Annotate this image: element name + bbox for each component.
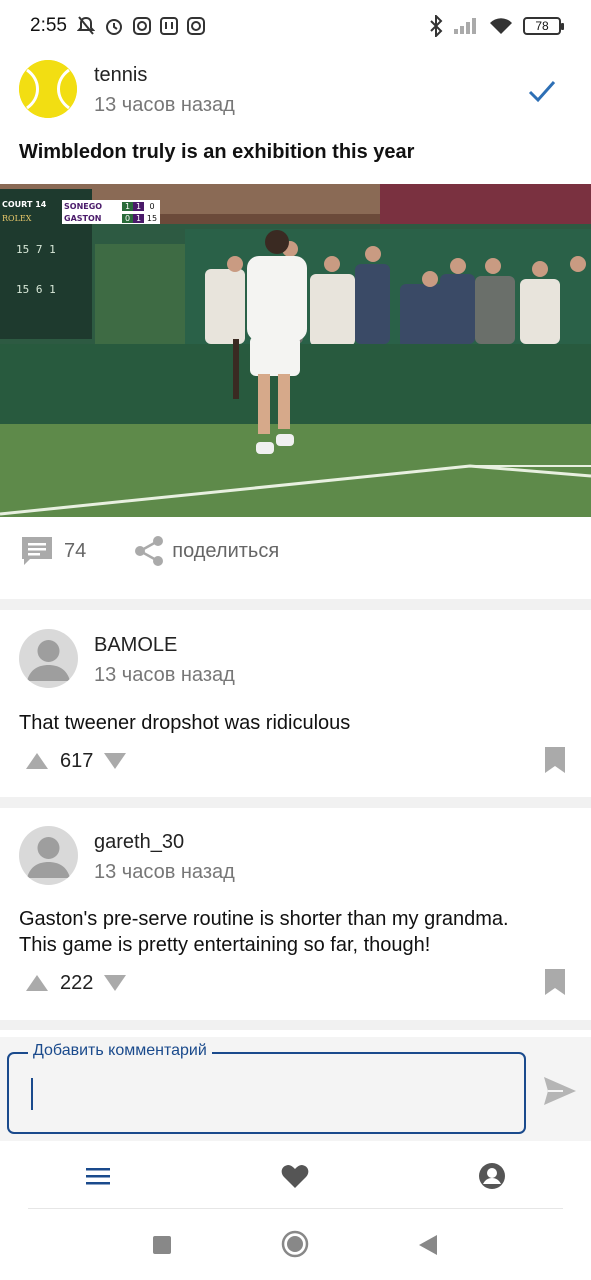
nav-profile[interactable] xyxy=(477,1161,507,1191)
comment-username[interactable]: gareth_30 xyxy=(94,831,184,854)
comment: gareth_30 13 часов назад Gaston's pre-se… xyxy=(0,826,591,1016)
comment-time: 13 часов назад xyxy=(94,664,235,686)
post-actions: 74 поделиться xyxy=(0,526,591,576)
player2-games: 1 xyxy=(133,213,144,223)
system-navigation xyxy=(0,1210,591,1280)
back-button[interactable] xyxy=(418,1234,438,1256)
bookmark-icon[interactable] xyxy=(544,746,566,774)
nav-menu[interactable] xyxy=(83,1161,113,1191)
app-notification-icon xyxy=(159,17,178,35)
account-circle-icon xyxy=(479,1163,505,1189)
court-board: 15 7 1 15 6 1 xyxy=(16,242,56,298)
comment-text-line: This game is pretty entertaining so far,… xyxy=(19,934,431,956)
divider xyxy=(0,599,591,610)
bell-off-icon xyxy=(76,16,95,35)
nav-divider xyxy=(28,1208,563,1209)
avatar[interactable] xyxy=(19,826,78,885)
player1-name: SONEGO xyxy=(64,201,103,211)
signal-icon xyxy=(454,18,476,34)
wifi-icon xyxy=(490,18,512,34)
post-header: tennis 13 часов назад xyxy=(0,52,591,134)
avatar[interactable] xyxy=(19,629,78,688)
player1-sets: 1 xyxy=(122,201,133,211)
comment-composer: Добавить комментарий xyxy=(0,1037,591,1141)
notification-icons xyxy=(76,16,205,36)
comment-input[interactable]: Добавить комментарий xyxy=(7,1042,526,1134)
player2-points: 15 xyxy=(146,213,158,223)
comment-input-label: Добавить комментарий xyxy=(28,1042,212,1060)
vote-row: 222 xyxy=(0,968,591,998)
instagram-icon xyxy=(132,17,151,35)
post-image[interactable]: COURT 14 ROLEX SONEGO 1 1 0 GASTON 0 1 1… xyxy=(0,184,591,517)
player2-name: GASTON xyxy=(64,213,102,223)
comments-count: 74 xyxy=(64,539,87,562)
tennis-ball-icon xyxy=(19,60,77,118)
comment-text: Gaston's pre-serve routine is shorter th… xyxy=(19,906,579,958)
divider xyxy=(0,797,591,808)
comment-time: 13 часов назад xyxy=(94,861,235,883)
home-button[interactable] xyxy=(281,1230,309,1258)
battery-level: 78 xyxy=(535,19,549,33)
nav-favorites[interactable] xyxy=(280,1161,310,1191)
player1-points: 0 xyxy=(149,201,155,211)
comment-text: That tweener dropshot was ridiculous xyxy=(19,712,351,734)
bookmark-icon[interactable] xyxy=(544,968,566,996)
board-row-1: 15 7 1 xyxy=(16,243,56,256)
comment-icon xyxy=(22,537,52,565)
court-label: COURT 14 xyxy=(2,200,47,209)
player1-games: 1 xyxy=(133,201,144,211)
post-time: 13 часов назад xyxy=(94,94,235,116)
downvote-icon[interactable] xyxy=(103,974,127,992)
brand-label: ROLEX xyxy=(2,214,32,223)
vote-score: 617 xyxy=(60,749,94,772)
player2-sets: 0 xyxy=(122,213,133,223)
upvote-icon[interactable] xyxy=(25,974,49,992)
recents-button[interactable] xyxy=(152,1235,172,1255)
bottom-navigation xyxy=(0,1141,591,1209)
comment-username[interactable]: BAMOLE xyxy=(94,634,177,657)
text-caret xyxy=(31,1078,33,1110)
battery-icon: 78 xyxy=(523,17,564,35)
user-placeholder-icon xyxy=(27,640,70,681)
vote-score: 222 xyxy=(60,971,94,994)
instagram-icon-2 xyxy=(186,17,205,35)
share-icon xyxy=(135,536,164,566)
share-button[interactable]: поделиться xyxy=(134,535,279,567)
alarm-icon xyxy=(105,19,122,35)
status-bar: 2:55 78 xyxy=(0,0,591,52)
heart-icon xyxy=(281,1165,309,1188)
share-label: поделиться xyxy=(172,539,280,562)
upvote-icon[interactable] xyxy=(25,752,49,770)
comment: BAMOLE 13 часов назад That tweener drops… xyxy=(0,629,591,789)
send-icon[interactable] xyxy=(543,1076,577,1106)
community-name[interactable]: tennis xyxy=(94,64,147,87)
status-time: 2:55 xyxy=(30,15,67,36)
check-icon[interactable] xyxy=(527,76,557,106)
comments-button[interactable]: 74 xyxy=(20,535,86,567)
tennis-court-scene xyxy=(0,184,591,517)
board-row-2: 15 6 1 xyxy=(16,283,56,296)
user-placeholder-icon xyxy=(27,837,70,878)
bluetooth-icon xyxy=(430,15,443,37)
scoreboard: COURT 14 ROLEX SONEGO 1 1 0 GASTON 0 1 1… xyxy=(0,200,160,226)
comment-text-line: Gaston's pre-serve routine is shorter th… xyxy=(19,908,509,930)
menu-icon xyxy=(86,1168,110,1185)
divider xyxy=(0,1020,591,1030)
post-title[interactable]: Wimbledon truly is an exhibition this ye… xyxy=(19,141,414,164)
downvote-icon[interactable] xyxy=(103,752,127,770)
community-avatar[interactable] xyxy=(19,60,77,118)
vote-row: 617 xyxy=(0,746,591,776)
system-status-icons: 78 xyxy=(429,15,564,37)
